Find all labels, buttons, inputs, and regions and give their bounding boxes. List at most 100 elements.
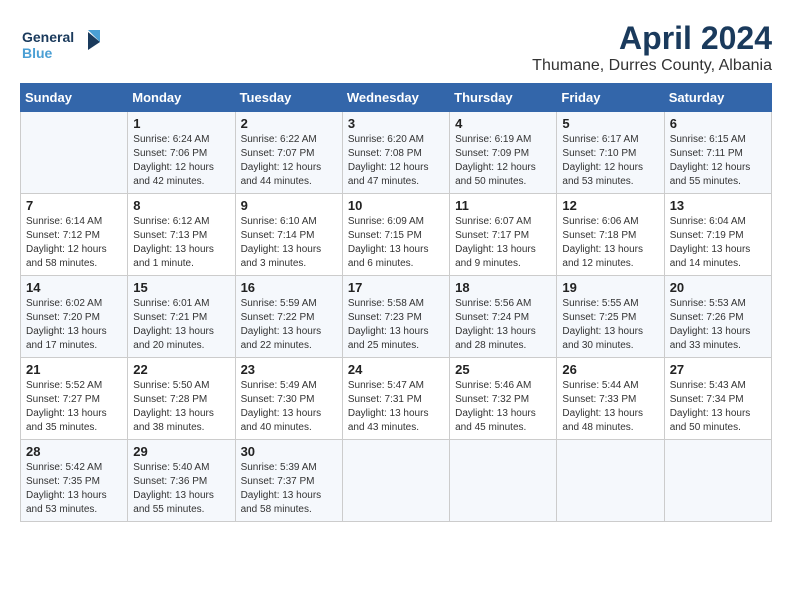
calendar-cell: 3 Sunrise: 6:20 AM Sunset: 7:08 PM Daylig… [342,112,449,194]
day-number: 11 [455,198,551,213]
calendar-cell: 28 Sunrise: 5:42 AM Sunset: 7:35 PM Dayli… [21,440,128,522]
day-number: 26 [562,362,658,377]
calendar-cell: 14Sunrise: 6:02 AM Sunset: 7:20 PM Dayli… [21,276,128,358]
day-info: Sunrise: 5:53 AM Sunset: 7:26 PM Dayligh… [670,297,766,353]
day-info: Sunrise: 6:12 AM Sunset: 7:13 PM Dayligh… [133,215,229,271]
day-number: 14 [26,280,122,295]
logo-text: General Blue [20,20,110,70]
day-info: Sunrise: 5:44 AM Sunset: 7:33 PM Dayligh… [562,379,658,435]
day-number: 5 [562,116,658,131]
day-number: 25 [455,362,551,377]
calendar-cell: 2 Sunrise: 6:22 AM Sunset: 7:07 PM Daylig… [235,112,342,194]
calendar-cell: 4 Sunrise: 6:19 AM Sunset: 7:09 PM Daylig… [450,112,557,194]
day-info: Sunrise: 6:22 AM Sunset: 7:07 PM Dayligh… [241,133,337,189]
day-number: 28 [26,444,122,459]
day-number: 24 [348,362,444,377]
day-number: 12 [562,198,658,213]
day-number: 30 [241,444,337,459]
week-row-1: 1 Sunrise: 6:24 AM Sunset: 7:06 PM Daylig… [21,112,772,194]
day-info: Sunrise: 5:59 AM Sunset: 7:22 PM Dayligh… [241,297,337,353]
calendar-cell: 13 Sunrise: 6:04 AM Sunset: 7:19 PM Dayli… [664,194,771,276]
day-info: Sunrise: 6:19 AM Sunset: 7:09 PM Dayligh… [455,133,551,189]
day-number: 15 [133,280,229,295]
header-tuesday: Tuesday [235,84,342,112]
title-section: April 2024 Thumane, Durres County, Alban… [532,20,772,75]
calendar-cell: 21 Sunrise: 5:52 AM Sunset: 7:27 PM Dayli… [21,358,128,440]
day-info: Sunrise: 6:17 AM Sunset: 7:10 PM Dayligh… [562,133,658,189]
week-row-4: 21 Sunrise: 5:52 AM Sunset: 7:27 PM Dayli… [21,358,772,440]
day-info: Sunrise: 5:42 AM Sunset: 7:35 PM Dayligh… [26,461,122,517]
calendar-cell [450,440,557,522]
day-info: Sunrise: 5:47 AM Sunset: 7:31 PM Dayligh… [348,379,444,435]
day-number: 6 [670,116,766,131]
day-info: Sunrise: 6:24 AM Sunset: 7:06 PM Dayligh… [133,133,229,189]
calendar-cell [557,440,664,522]
header-thursday: Thursday [450,84,557,112]
week-row-2: 7Sunrise: 6:14 AM Sunset: 7:12 PM Daylig… [21,194,772,276]
day-info: Sunrise: 6:15 AM Sunset: 7:11 PM Dayligh… [670,133,766,189]
day-info: Sunrise: 6:14 AM Sunset: 7:12 PM Dayligh… [26,215,122,271]
week-row-5: 28 Sunrise: 5:42 AM Sunset: 7:35 PM Dayli… [21,440,772,522]
weekday-header-row: Sunday Monday Tuesday Wednesday Thursday… [21,84,772,112]
calendar-cell: 1 Sunrise: 6:24 AM Sunset: 7:06 PM Daylig… [128,112,235,194]
calendar-cell: 9 Sunrise: 6:10 AM Sunset: 7:14 PM Daylig… [235,194,342,276]
calendar-cell: 25 Sunrise: 5:46 AM Sunset: 7:32 PM Dayli… [450,358,557,440]
calendar-cell: 10Sunrise: 6:09 AM Sunset: 7:15 PM Dayli… [342,194,449,276]
calendar-cell: 7Sunrise: 6:14 AM Sunset: 7:12 PM Daylig… [21,194,128,276]
logo: General Blue [20,20,110,70]
day-number: 13 [670,198,766,213]
day-info: Sunrise: 6:06 AM Sunset: 7:18 PM Dayligh… [562,215,658,271]
calendar-cell: 5 Sunrise: 6:17 AM Sunset: 7:10 PM Daylig… [557,112,664,194]
day-info: Sunrise: 6:10 AM Sunset: 7:14 PM Dayligh… [241,215,337,271]
day-number: 9 [241,198,337,213]
day-info: Sunrise: 6:04 AM Sunset: 7:19 PM Dayligh… [670,215,766,271]
header-saturday: Saturday [664,84,771,112]
day-info: Sunrise: 5:56 AM Sunset: 7:24 PM Dayligh… [455,297,551,353]
day-info: Sunrise: 5:39 AM Sunset: 7:37 PM Dayligh… [241,461,337,517]
day-number: 22 [133,362,229,377]
day-info: Sunrise: 5:43 AM Sunset: 7:34 PM Dayligh… [670,379,766,435]
calendar-cell: 11 Sunrise: 6:07 AM Sunset: 7:17 PM Dayli… [450,194,557,276]
calendar-table: Sunday Monday Tuesday Wednesday Thursday… [20,83,772,522]
calendar-cell: 16Sunrise: 5:59 AM Sunset: 7:22 PM Dayli… [235,276,342,358]
day-number: 3 [348,116,444,131]
calendar-cell: 27 Sunrise: 5:43 AM Sunset: 7:34 PM Dayli… [664,358,771,440]
day-number: 27 [670,362,766,377]
calendar-cell: 24 Sunrise: 5:47 AM Sunset: 7:31 PM Dayli… [342,358,449,440]
calendar-cell: 22Sunrise: 5:50 AM Sunset: 7:28 PM Dayli… [128,358,235,440]
day-number: 21 [26,362,122,377]
calendar-cell: 23 Sunrise: 5:49 AM Sunset: 7:30 PM Dayli… [235,358,342,440]
calendar-cell: 29Sunrise: 5:40 AM Sunset: 7:36 PM Dayli… [128,440,235,522]
page-header: General Blue April 2024 Thumane, Durres … [20,20,772,75]
calendar-cell: 26 Sunrise: 5:44 AM Sunset: 7:33 PM Dayli… [557,358,664,440]
calendar-cell: 15Sunrise: 6:01 AM Sunset: 7:21 PM Dayli… [128,276,235,358]
day-info: Sunrise: 5:46 AM Sunset: 7:32 PM Dayligh… [455,379,551,435]
calendar-cell: 8Sunrise: 6:12 AM Sunset: 7:13 PM Daylig… [128,194,235,276]
calendar-cell: 19 Sunrise: 5:55 AM Sunset: 7:25 PM Dayli… [557,276,664,358]
calendar-cell: 20 Sunrise: 5:53 AM Sunset: 7:26 PM Dayli… [664,276,771,358]
day-info: Sunrise: 5:52 AM Sunset: 7:27 PM Dayligh… [26,379,122,435]
day-info: Sunrise: 6:20 AM Sunset: 7:08 PM Dayligh… [348,133,444,189]
calendar-cell [342,440,449,522]
header-sunday: Sunday [21,84,128,112]
day-number: 19 [562,280,658,295]
header-monday: Monday [128,84,235,112]
calendar-cell [664,440,771,522]
day-info: Sunrise: 5:55 AM Sunset: 7:25 PM Dayligh… [562,297,658,353]
calendar-cell [21,112,128,194]
day-number: 1 [133,116,229,131]
day-info: Sunrise: 5:58 AM Sunset: 7:23 PM Dayligh… [348,297,444,353]
day-number: 23 [241,362,337,377]
svg-text:General: General [22,29,74,45]
calendar-cell: 18Sunrise: 5:56 AM Sunset: 7:24 PM Dayli… [450,276,557,358]
day-info: Sunrise: 5:49 AM Sunset: 7:30 PM Dayligh… [241,379,337,435]
calendar-cell: 17Sunrise: 5:58 AM Sunset: 7:23 PM Dayli… [342,276,449,358]
day-number: 2 [241,116,337,131]
day-info: Sunrise: 6:07 AM Sunset: 7:17 PM Dayligh… [455,215,551,271]
header-wednesday: Wednesday [342,84,449,112]
day-info: Sunrise: 6:09 AM Sunset: 7:15 PM Dayligh… [348,215,444,271]
svg-text:Blue: Blue [22,45,53,61]
calendar-cell: 30 Sunrise: 5:39 AM Sunset: 7:37 PM Dayli… [235,440,342,522]
day-number: 4 [455,116,551,131]
day-number: 20 [670,280,766,295]
